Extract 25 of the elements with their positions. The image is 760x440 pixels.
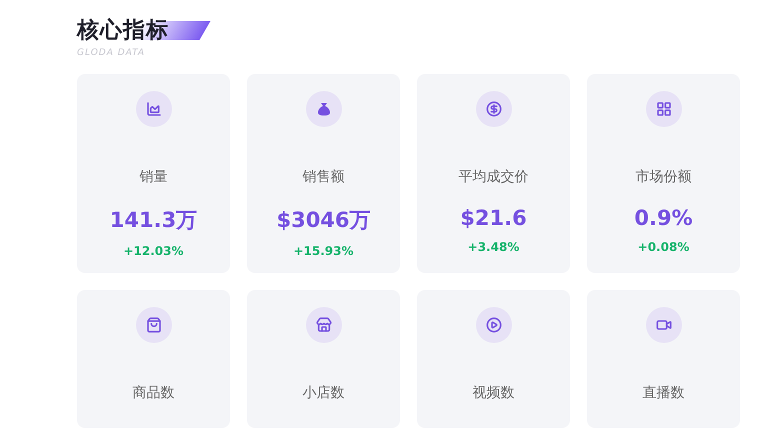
area-chart-icon [146,101,162,117]
metric-value: 0.9% [634,206,693,230]
metric-label: 视频数 [472,384,514,402]
metric-change: +3.48% [468,240,520,254]
metric-label: 销量 [140,168,168,186]
metric-label: 直播数 [642,384,684,402]
store-icon [316,317,332,333]
metric-label: 销售额 [302,168,344,186]
play-icon [486,317,502,333]
metric-change: +0.08% [638,240,690,254]
metric-label: 小店数 [302,384,344,402]
money-bag-icon [316,101,332,117]
metric-value: 141.3万 [110,207,198,234]
metric-label: 市场份额 [636,168,692,186]
section-title: 核心指标 [77,16,169,45]
shopping-bag-icon [146,317,162,333]
metric-change: +15.93% [293,244,354,258]
metric-value: $3046万 [276,207,371,234]
metric-value: $21.6 [460,206,527,230]
coin-icon [486,101,502,117]
metric-change: +12.03% [123,244,184,258]
grid-icon [656,101,672,117]
video-camera-icon [656,317,672,333]
metric-label: 商品数 [132,384,174,402]
metric-label: 平均成交价 [458,168,528,186]
